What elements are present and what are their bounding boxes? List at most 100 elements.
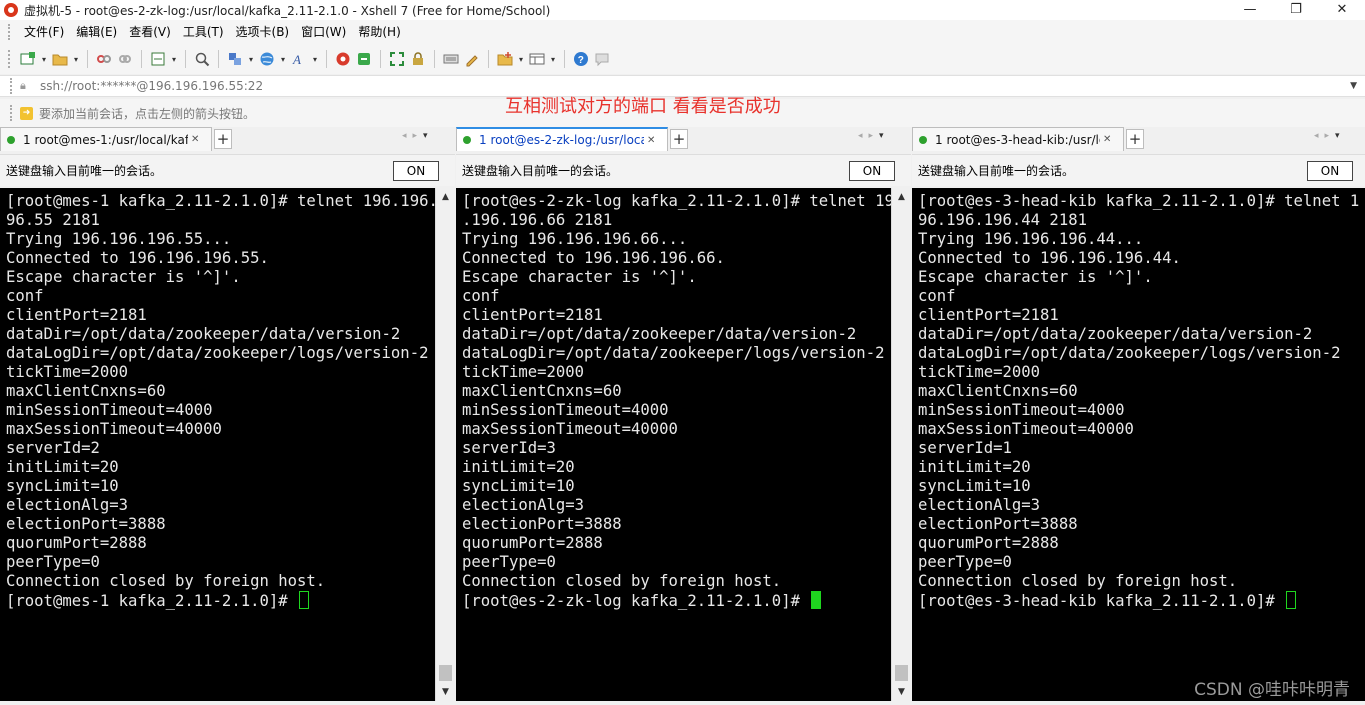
layout-icon[interactable] — [528, 50, 546, 68]
open-folder-icon[interactable] — [51, 50, 69, 68]
menu-help[interactable]: 帮助(H) — [352, 20, 406, 44]
terminal-prompt-line: [root@mes-1 kafka_2.11-2.1.0]# — [6, 591, 435, 610]
chat-icon[interactable] — [593, 50, 611, 68]
window-controls: — ❐ ✕ — [1227, 0, 1365, 20]
new-tab-button[interactable]: + — [214, 129, 232, 149]
scroll-thumb[interactable] — [439, 665, 452, 681]
terminal-cursor — [299, 591, 310, 609]
xftp-icon[interactable] — [334, 50, 352, 68]
toolbar-grip[interactable] — [8, 50, 12, 68]
address-input[interactable]: ssh://root:******@196.196.196.55:22 — [40, 79, 263, 93]
terminal-line: Escape character is '^]'. — [462, 268, 697, 286]
new-tab-button[interactable]: + — [1126, 129, 1144, 149]
new-session-icon[interactable] — [19, 50, 37, 68]
fullscreen-icon[interactable] — [388, 50, 406, 68]
new-tab-dropdown-icon[interactable]: ▾ — [517, 55, 525, 64]
properties-dropdown-icon[interactable]: ▾ — [170, 55, 178, 64]
terminal-line: minSessionTimeout=4000 — [6, 401, 213, 419]
terminal-line: maxSessionTimeout=40000 — [6, 420, 222, 438]
font-dropdown-icon[interactable]: ▾ — [311, 55, 319, 64]
tab-close-icon[interactable]: ✕ — [191, 134, 199, 145]
terminal-line: quorumPort=2888 — [6, 534, 147, 552]
terminal-output[interactable]: [root@es-3-head-kib kafka_2.11-2.1.0]# t… — [912, 188, 1365, 701]
transfer-dropdown-icon[interactable]: ▾ — [247, 55, 255, 64]
broadcast-on-button[interactable]: ON — [393, 161, 439, 181]
terminal-line: maxClientCnxns=60 — [6, 382, 166, 400]
tab-label: 1 root@es-3-head-kib:/usr/loc... — [935, 132, 1100, 147]
scroll-down-icon[interactable]: ▼ — [892, 685, 911, 699]
broadcast-bar: 送键盘输入目前唯一的会话。 ON — [0, 154, 455, 186]
terminal-line: clientPort=2181 — [462, 306, 603, 324]
tab-nav-arrows[interactable]: ◂▸▾ — [1314, 131, 1346, 141]
address-dropdown-icon[interactable]: ▼ — [1350, 81, 1357, 91]
broadcast-on-button[interactable]: ON — [1307, 161, 1353, 181]
terminal-cursor — [811, 591, 822, 609]
broadcast-bar: 送键盘输入目前唯一的会话。 ON — [912, 154, 1365, 186]
font-icon[interactable]: A — [290, 50, 308, 68]
tab-close-icon[interactable]: ✕ — [647, 135, 655, 146]
menu-view[interactable]: 查看(V) — [123, 20, 177, 44]
transfer-icon[interactable] — [226, 50, 244, 68]
broadcast-text: 送键盘输入目前唯一的会话。 — [6, 164, 163, 178]
scroll-up-icon[interactable]: ▲ — [436, 190, 455, 204]
menu-file[interactable]: 文件(F) — [18, 20, 70, 44]
minimize-button[interactable]: — — [1227, 0, 1273, 20]
properties-icon[interactable] — [149, 50, 167, 68]
tab-close-icon[interactable]: ✕ — [1103, 134, 1111, 145]
session-tab-1[interactable]: 1 root@mes-1:/usr/local/kafk... ✕ — [0, 127, 212, 151]
terminal-scrollbar[interactable]: ▲ ▼ — [891, 188, 911, 701]
new-tab-icon[interactable] — [496, 50, 514, 68]
globe-icon[interactable] — [258, 50, 276, 68]
highlight-icon[interactable] — [463, 50, 481, 68]
session-pane-2: 1 root@es-2-zk-log:/usr/loca... ✕ + ◂▸▾ … — [456, 127, 911, 705]
new-tab-button[interactable]: + — [670, 129, 688, 149]
terminal-prompt-line: [root@es-2-zk-log kafka_2.11-2.1.0]# — [462, 591, 891, 610]
addressbar-grip[interactable] — [10, 78, 14, 94]
keyboard-icon[interactable] — [442, 50, 460, 68]
globe-dropdown-icon[interactable]: ▾ — [279, 55, 287, 64]
tab-nav-arrows[interactable]: ◂▸▾ — [858, 131, 890, 141]
toolbar-separator — [87, 50, 88, 68]
session-tab-2[interactable]: 1 root@es-2-zk-log:/usr/loca... ✕ — [456, 127, 668, 151]
tab-nav-arrows[interactable]: ◂▸▾ — [402, 131, 434, 141]
broadcast-bar: 送键盘输入目前唯一的会话。 ON — [456, 154, 911, 186]
scroll-up-icon[interactable]: ▲ — [892, 190, 911, 204]
open-dropdown-icon[interactable]: ▾ — [72, 55, 80, 64]
terminal-line: dataLogDir=/opt/data/zookeeper/logs/vers… — [462, 344, 885, 362]
terminal-line: minSessionTimeout=4000 — [918, 401, 1125, 419]
layout-dropdown-icon[interactable]: ▾ — [549, 55, 557, 64]
svg-text:A: A — [292, 52, 301, 67]
terminal-line: Trying 196.196.196.44... — [918, 230, 1144, 248]
terminal-line: Connection closed by foreign host. — [6, 572, 326, 590]
help-icon[interactable]: ? — [572, 50, 590, 68]
session-tab-3[interactable]: 1 root@es-3-head-kib:/usr/loc... ✕ — [912, 127, 1124, 151]
reconnect-icon[interactable] — [116, 50, 134, 68]
terminal-line: tickTime=2000 — [918, 363, 1041, 381]
terminal-output[interactable]: [root@mes-1 kafka_2.11-2.1.0]# telnet 19… — [0, 188, 435, 701]
new-session-dropdown-icon[interactable]: ▾ — [40, 55, 48, 64]
broadcast-on-button[interactable]: ON — [849, 161, 895, 181]
menu-edit[interactable]: 编辑(E) — [70, 20, 123, 44]
add-session-arrow-icon[interactable]: ➜ — [20, 106, 33, 120]
toolbar-separator — [326, 50, 327, 68]
terminal-scrollbar[interactable]: ▲ ▼ — [435, 188, 455, 701]
terminal-line: Connected to 196.196.196.55. — [6, 249, 269, 267]
menu-window[interactable]: 窗口(W) — [295, 20, 352, 44]
menu-tabs[interactable]: 选项卡(B) — [230, 20, 296, 44]
toolbar: ▾ ▾ ▾ ▾ ▾ A ▾ ▾ ▾ ? — [0, 44, 1365, 74]
lock-icon[interactable] — [409, 50, 427, 68]
find-icon[interactable] — [193, 50, 211, 68]
window-title: 虚拟机-5 - root@es-2-zk-log:/usr/local/kafk… — [24, 3, 551, 18]
scroll-thumb[interactable] — [895, 665, 908, 681]
disconnect-icon[interactable] — [95, 50, 113, 68]
terminal-line: Trying 196.196.196.66... — [462, 230, 688, 248]
sessionbar-grip[interactable] — [10, 105, 14, 121]
xmanager-icon[interactable] — [355, 50, 373, 68]
maximize-button[interactable]: ❐ — [1273, 0, 1319, 20]
menu-tools[interactable]: 工具(T) — [177, 20, 230, 44]
terminal-output[interactable]: [root@es-2-zk-log kafka_2.11-2.1.0]# tel… — [456, 188, 891, 701]
menubar-grip[interactable] — [8, 24, 12, 40]
close-button[interactable]: ✕ — [1319, 0, 1365, 20]
terminal-line: electionPort=3888 — [918, 515, 1078, 533]
scroll-down-icon[interactable]: ▼ — [436, 685, 455, 699]
